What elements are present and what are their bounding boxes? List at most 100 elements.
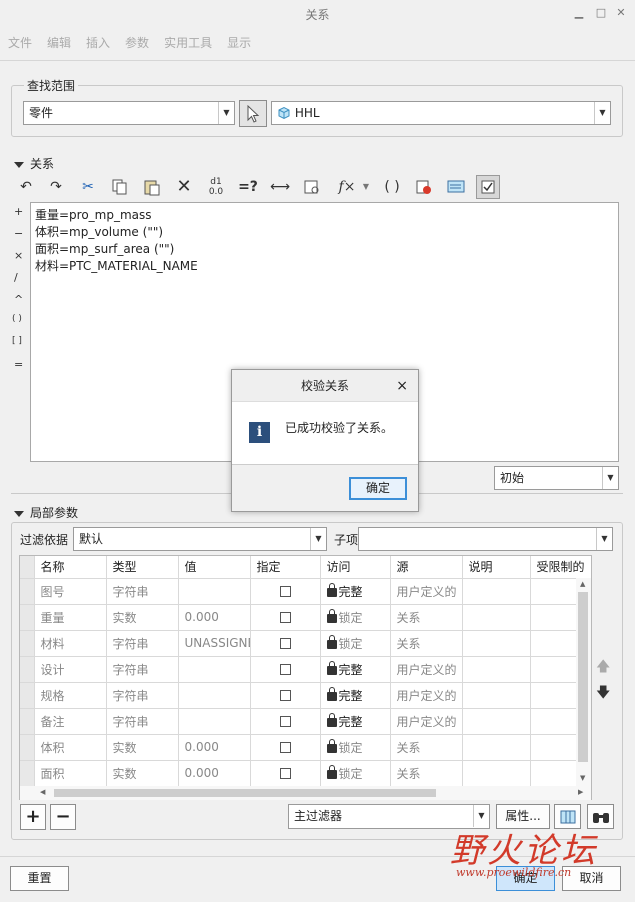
table-vertical-scrollbar[interactable]: ▲ ▼ — [576, 578, 591, 788]
param-value[interactable]: 0.000 — [178, 734, 251, 761]
brackets-icon[interactable]: ( ) — [380, 175, 404, 199]
param-name[interactable]: 材料 — [34, 630, 107, 657]
designate-checkbox[interactable] — [279, 612, 291, 623]
designate-checkbox[interactable] — [279, 768, 291, 779]
table-row[interactable]: 材料字符串UNASSIGNED 锁定 关系 — [20, 630, 591, 657]
param-source[interactable]: 关系 — [390, 760, 463, 787]
designate-cell[interactable] — [250, 604, 321, 631]
designate-cell[interactable] — [250, 760, 321, 787]
units-select[interactable]: 初始 ▼ — [494, 466, 619, 490]
menu-insert[interactable]: 插入 — [86, 34, 110, 51]
measure-icon[interactable] — [300, 175, 324, 199]
row-header[interactable] — [20, 656, 35, 683]
designate-checkbox[interactable] — [279, 664, 291, 675]
add-param-button[interactable]: + — [20, 804, 46, 830]
table-row[interactable]: 备注 字符串 完整 用户定义的 — [20, 708, 591, 735]
param-type[interactable]: 实数 — [106, 604, 179, 631]
param-value[interactable] — [178, 708, 251, 735]
scroll-left-icon[interactable]: ◀ — [40, 788, 45, 796]
operator-minus[interactable]: − — [14, 227, 23, 240]
dimension-icon[interactable]: ⟷ — [268, 175, 292, 199]
dialog-ok-button[interactable]: 确定 — [349, 477, 407, 500]
dialog-close-icon[interactable]: × — [396, 370, 408, 402]
param-description[interactable] — [462, 578, 531, 605]
move-up-icon[interactable]: 🡅 — [596, 656, 610, 680]
access-cell[interactable]: 锁定 — [320, 604, 391, 631]
column-header[interactable]: 指定 — [250, 556, 321, 579]
row-header[interactable] — [20, 682, 35, 709]
designate-cell[interactable] — [250, 578, 321, 605]
local-params-section-header[interactable]: 局部参数 — [14, 504, 78, 521]
param-type[interactable]: 实数 — [106, 734, 179, 761]
designate-checkbox[interactable] — [279, 638, 291, 649]
designate-cell[interactable] — [250, 656, 321, 683]
designate-cell[interactable] — [250, 630, 321, 657]
param-source[interactable]: 用户定义的 — [390, 578, 463, 605]
scroll-up-icon[interactable]: ▲ — [580, 580, 585, 588]
row-header[interactable] — [20, 578, 35, 605]
param-source[interactable]: 用户定义的 — [390, 708, 463, 735]
find-button[interactable] — [587, 804, 614, 829]
param-value[interactable] — [178, 656, 251, 683]
close-icon[interactable]: ✕ — [614, 6, 628, 20]
table-row[interactable]: 图号 字符串 完整 用户定义的 — [20, 578, 591, 605]
menu-file[interactable]: 文件 — [8, 34, 32, 51]
access-cell[interactable]: 完整 — [320, 578, 391, 605]
columns-button[interactable] — [554, 804, 581, 829]
operator-divide[interactable]: / — [14, 271, 18, 284]
param-description[interactable] — [462, 734, 531, 761]
param-value[interactable]: 0.000 — [178, 760, 251, 787]
scope-type-select[interactable]: 零件 ▼ — [23, 101, 235, 125]
param-value[interactable] — [178, 578, 251, 605]
param-type[interactable]: 字符串 — [106, 708, 179, 735]
reset-button[interactable]: 重置 — [10, 866, 69, 891]
designate-cell[interactable] — [250, 734, 321, 761]
paste-icon[interactable] — [140, 175, 164, 199]
param-source[interactable]: 关系 — [390, 604, 463, 631]
param-type[interactable]: 字符串 — [106, 578, 179, 605]
param-name[interactable]: 体积 — [34, 734, 107, 761]
properties-button[interactable]: 属性... — [496, 804, 550, 829]
row-header[interactable] — [20, 760, 35, 787]
operator-parens[interactable]: ( ) — [12, 314, 22, 324]
select-model-button[interactable] — [239, 100, 267, 127]
menu-parameters[interactable]: 参数 — [125, 34, 149, 51]
row-header[interactable] — [20, 708, 35, 735]
filter-select[interactable]: 默认 ▼ — [73, 527, 327, 551]
column-header[interactable]: 访问 — [320, 556, 391, 579]
access-cell[interactable]: 完整 — [320, 682, 391, 709]
minimize-icon[interactable]: ▁ — [572, 6, 586, 20]
param-source[interactable]: 用户定义的 — [390, 682, 463, 709]
param-description[interactable] — [462, 682, 531, 709]
operator-plus[interactable]: + — [14, 205, 23, 218]
row-header[interactable] — [20, 630, 35, 657]
param-description[interactable] — [462, 656, 531, 683]
param-name[interactable]: 面积 — [34, 760, 107, 787]
menu-display[interactable]: 显示 — [227, 34, 251, 51]
scrollbar-thumb[interactable] — [578, 592, 588, 762]
column-header[interactable]: 名称 — [34, 556, 107, 579]
delete-icon[interactable]: ✕ — [172, 175, 196, 199]
row-header[interactable] — [20, 604, 35, 631]
designate-checkbox[interactable] — [279, 586, 291, 597]
evaluate-icon[interactable]: =? — [236, 175, 260, 199]
hscrollbar-thumb[interactable] — [54, 789, 436, 797]
operator-multiply[interactable]: × — [14, 249, 23, 262]
table-row[interactable]: 面积 实数 0.000 锁定 关系 — [20, 760, 591, 787]
table-row[interactable]: 重量 实数 0.000 锁定 关系 — [20, 604, 591, 631]
verify-relations-icon[interactable] — [412, 175, 436, 199]
param-name[interactable]: 备注 — [34, 708, 107, 735]
table-row[interactable]: 体积 实数 0.000 锁定 关系 — [20, 734, 591, 761]
menu-edit[interactable]: 编辑 — [47, 34, 71, 51]
function-icon[interactable]: f× — [332, 175, 362, 199]
designate-cell[interactable] — [250, 682, 321, 709]
remove-param-button[interactable]: − — [50, 804, 76, 830]
table-row[interactable]: 设计 字符串 完整 用户定义的 — [20, 656, 591, 683]
column-header[interactable]: 说明 — [462, 556, 531, 579]
param-description[interactable] — [462, 630, 531, 657]
column-header[interactable]: 值 — [178, 556, 251, 579]
row-header[interactable] — [20, 734, 35, 761]
param-source[interactable]: 用户定义的 — [390, 656, 463, 683]
designate-checkbox[interactable] — [279, 690, 291, 701]
param-value[interactable]: 0.000 — [178, 604, 251, 631]
